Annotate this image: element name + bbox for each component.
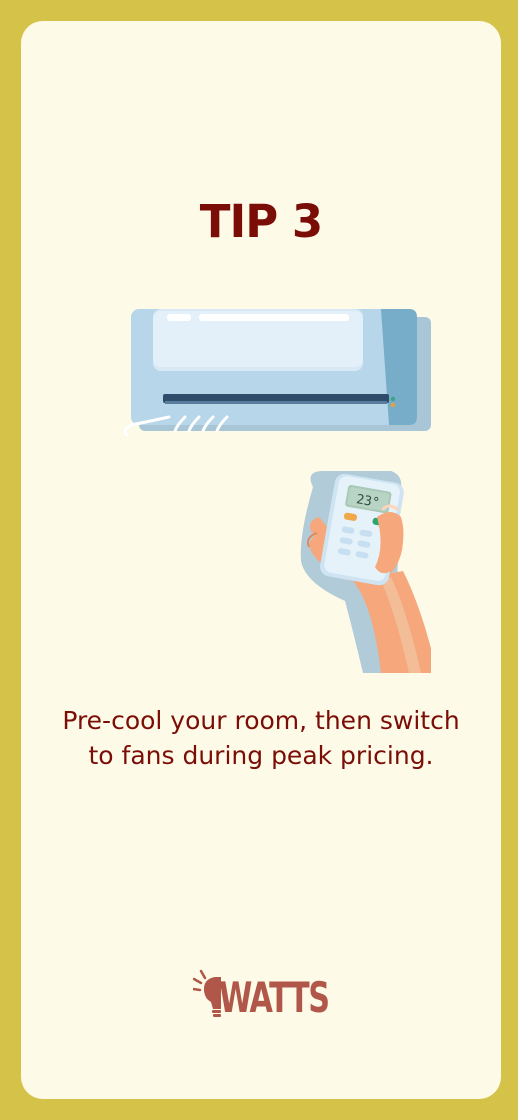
tip-description: Pre-cool your room, then switch to fans … (62, 706, 460, 770)
tip-card: TIP 3 23° Pre-cool your room, then switc… (21, 21, 501, 1099)
brand-name: WATTS (219, 973, 330, 1022)
tip-title: TIP 3 (199, 195, 323, 248)
ac-remote-illustration: 23° (123, 309, 431, 673)
watts-logo: WATTS (193, 969, 333, 1025)
air-conditioner-icon (123, 309, 431, 437)
remote-control-icon: 23° (300, 471, 431, 673)
